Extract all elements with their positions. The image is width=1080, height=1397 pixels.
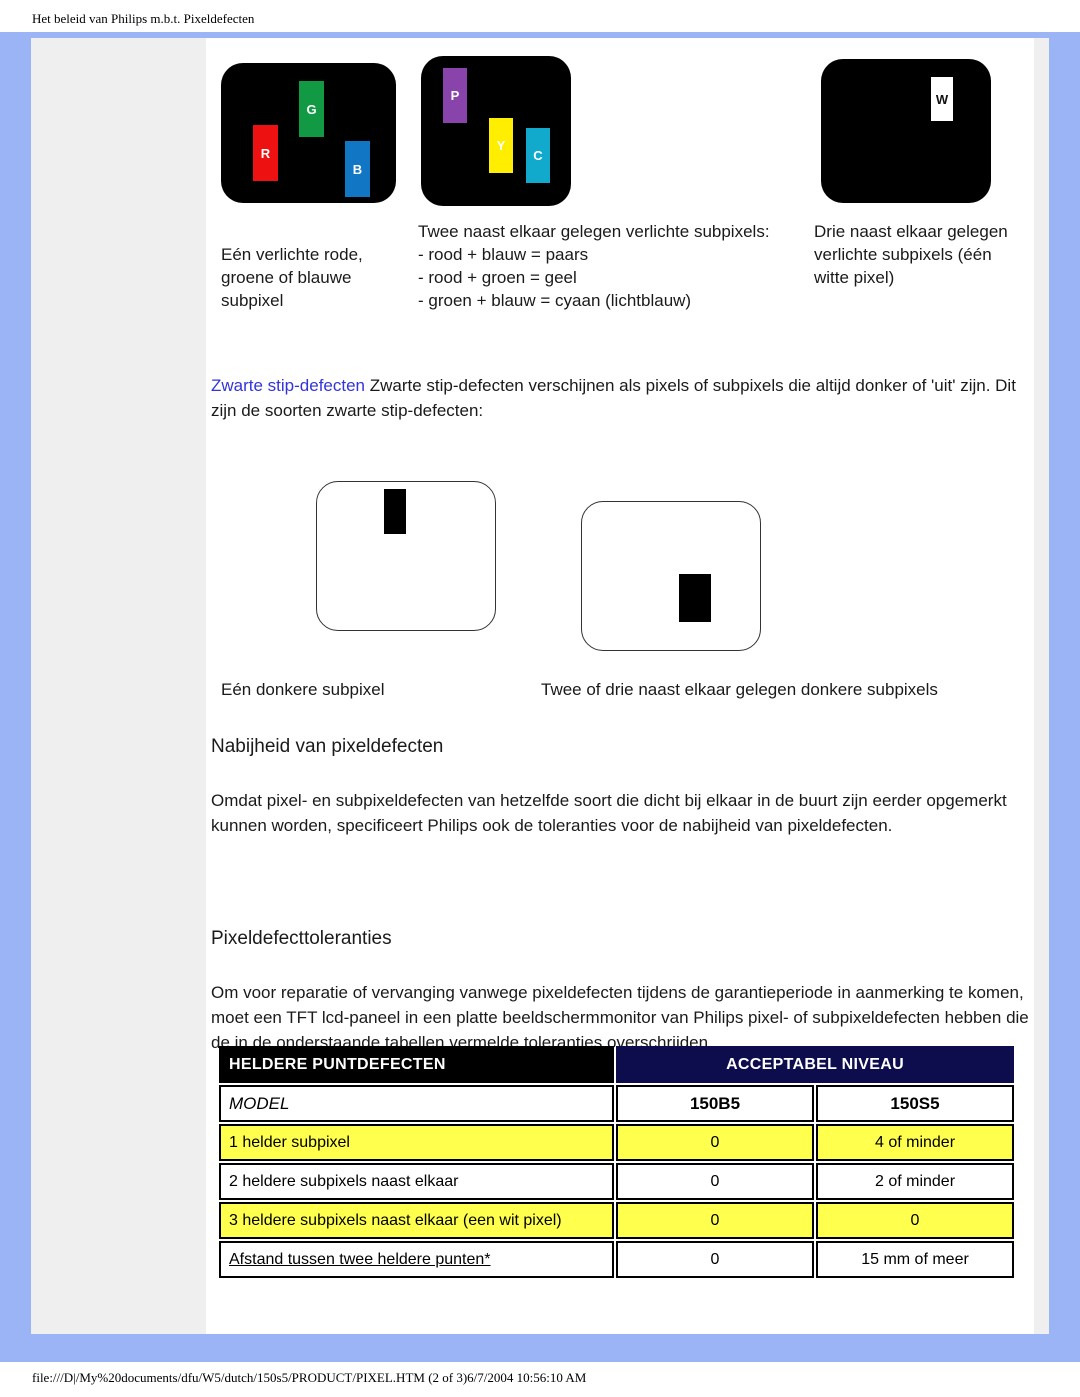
dark-subpixel-single	[384, 489, 406, 534]
black-dot-link[interactable]: Zwarte stip-defecten	[211, 376, 365, 395]
proximity-heading: Nabijheid van pixeldefecten	[211, 736, 444, 757]
subpixel-white: W	[931, 77, 953, 121]
table-model-row: MODEL 150B5 150S5	[219, 1085, 1015, 1122]
subpixel-purple: P	[443, 68, 467, 123]
panel-two-adjacent-bright-subpixels: P Y C	[421, 56, 571, 206]
print-footer: file:///D|/My%20documents/dfu/W5/dutch/1…	[0, 1362, 1080, 1397]
subpixel-green: G	[299, 81, 324, 137]
caption-single-bright: Eén verlichte rode, groene of blauwe sub…	[221, 245, 363, 310]
table-header-row: HELDERE PUNTDEFECTEN ACCEPTABEL NIVEAU	[219, 1046, 1015, 1083]
row-label: 2 heldere subpixels naast elkaar	[219, 1163, 614, 1200]
row-value-150b5: 0	[616, 1124, 814, 1161]
table-header-bright-defects: HELDERE PUNTDEFECTEN	[219, 1046, 614, 1083]
print-header: Het beleid van Philips m.b.t. Pixeldefec…	[0, 0, 1080, 32]
row-value-150s5: 4 of minder	[816, 1124, 1015, 1161]
caption-two-adjacent-line-3: - groen + blauw = cyaan (lichtblauw)	[418, 291, 692, 310]
row-label: 1 helder subpixel	[219, 1124, 614, 1161]
subpixel-cyan: C	[526, 128, 550, 183]
row-value-150s5: 0	[816, 1202, 1015, 1239]
table-row: Afstand tussen twee heldere punten* 0 15…	[219, 1241, 1015, 1278]
row-value-150b5: 0	[616, 1202, 814, 1239]
print-footer-path: file:///D|/My%20documents/dfu/W5/dutch/1…	[32, 1370, 587, 1385]
tolerance-table: HELDERE PUNTDEFECTEN ACCEPTABEL NIVEAU M…	[217, 1044, 1016, 1280]
subpixel-red: R	[253, 125, 278, 181]
left-nav-rail	[31, 38, 206, 1334]
document-area: R G B P Y C W Eén verlichte rode, groene…	[31, 38, 1049, 1334]
subpixel-yellow: Y	[489, 118, 513, 173]
content-column: R G B P Y C W Eén verlichte rode, groene…	[206, 38, 1034, 1334]
row-value-150b5: 0	[616, 1241, 814, 1278]
caption-two-adjacent-title: Twee naast elkaar gelegen verlichte subp…	[418, 222, 770, 241]
bright-defect-illustrations: R G B P Y C W	[206, 53, 1034, 213]
table-header-acceptable-level: ACCEPTABEL NIVEAU	[616, 1046, 1015, 1083]
caption-three-adjacent: Drie naast elkaar gelegen verlichte subp…	[814, 222, 1008, 287]
panel-two-or-three-dark-subpixels	[581, 501, 761, 651]
row-label: 3 heldere subpixels naast elkaar (een wi…	[219, 1202, 614, 1239]
tolerance-heading: Pixeldefecttoleranties	[211, 928, 392, 949]
table-model-150b5: 150B5	[616, 1085, 814, 1122]
panel-three-adjacent-bright-subpixels: W	[821, 59, 991, 203]
panel-single-bright-subpixel: R G B	[221, 63, 396, 203]
caption-multiple-dark-subpixels: Twee of drie naast elkaar gelegen donker…	[541, 680, 938, 699]
caption-single-dark-subpixel: Eén donkere subpixel	[221, 680, 385, 699]
row-label: Afstand tussen twee heldere punten*	[219, 1241, 614, 1278]
table-model-label: MODEL	[219, 1085, 614, 1122]
row-value-150b5: 0	[616, 1163, 814, 1200]
panel-single-dark-subpixel	[316, 481, 496, 631]
row-label-text: Afstand tussen twee heldere punten*	[229, 1251, 491, 1268]
tolerance-table-body: HELDERE PUNTDEFECTEN ACCEPTABEL NIVEAU M…	[219, 1046, 1015, 1278]
caption-two-adjacent-line-2: - rood + groen = geel	[418, 268, 577, 287]
page-frame: R G B P Y C W Eén verlichte rode, groene…	[0, 32, 1080, 1362]
proximity-body: Omdat pixel- en subpixeldefecten van het…	[211, 791, 1007, 835]
caption-two-adjacent-line-1: - rood + blauw = paars	[418, 245, 589, 264]
table-row: 2 heldere subpixels naast elkaar 0 2 of …	[219, 1163, 1015, 1200]
row-value-150s5: 15 mm of meer	[816, 1241, 1015, 1278]
table-model-150s5: 150S5	[816, 1085, 1015, 1122]
black-dot-lead-paragraph: Zwarte stip-defecten Zwarte stip-defecte…	[211, 373, 1031, 423]
print-header-title: Het beleid van Philips m.b.t. Pixeldefec…	[32, 11, 255, 26]
table-row: 3 heldere subpixels naast elkaar (een wi…	[219, 1202, 1015, 1239]
table-row: 1 helder subpixel 0 4 of minder	[219, 1124, 1015, 1161]
dark-subpixel-block	[679, 574, 711, 622]
subpixel-blue: B	[345, 141, 370, 197]
row-value-150s5: 2 of minder	[816, 1163, 1015, 1200]
